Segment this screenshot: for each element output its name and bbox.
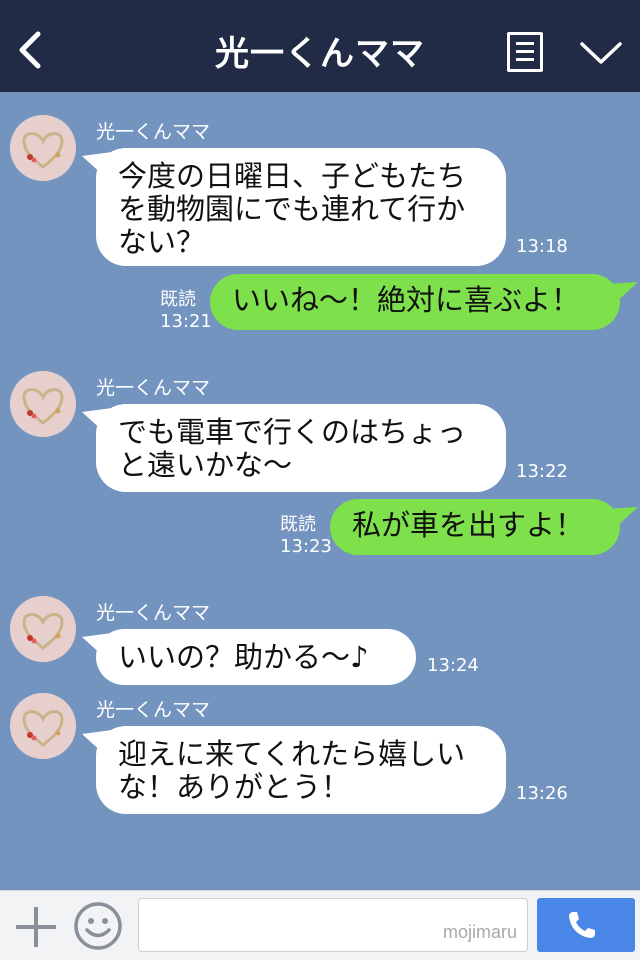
avatar[interactable] bbox=[10, 693, 76, 759]
read-label: 既読 bbox=[160, 289, 196, 310]
outgoing-message-bubble[interactable]: いいね〜！絶対に喜ぶよ！ bbox=[210, 274, 620, 330]
memo-icon bbox=[516, 42, 534, 45]
avatar[interactable] bbox=[10, 115, 76, 181]
smiley-icon bbox=[74, 902, 122, 950]
message-text: いいね〜！絶対に喜ぶよ！ bbox=[232, 283, 581, 317]
incoming-message-bubble[interactable]: でも電車で行くのはちょっと遠いかな〜 bbox=[96, 404, 506, 492]
sender-name: 光一くんママ bbox=[96, 699, 211, 721]
chevron-down-icon bbox=[580, 42, 622, 64]
message-text: 今度の日曜日、子どもたちを動物園にでも連れて行かない？ bbox=[118, 159, 467, 259]
memo-icon-line bbox=[516, 50, 534, 53]
sender-name: 光一くんママ bbox=[96, 377, 211, 399]
expand-button[interactable] bbox=[578, 38, 624, 68]
memo-button[interactable] bbox=[507, 32, 543, 72]
message-text: 迎えに来てくれたら嬉しいな！ありがとう！ bbox=[118, 737, 466, 804]
watermark: mojimaru bbox=[442, 922, 517, 942]
chat-header: 光一くんママ bbox=[0, 0, 640, 92]
message-time: 13:18 bbox=[516, 236, 568, 257]
add-button[interactable] bbox=[14, 905, 58, 949]
heart-avatar-icon bbox=[10, 115, 76, 181]
message-text: でも電車で行くのはちょっと遠いかな〜 bbox=[118, 415, 467, 482]
heart-avatar-icon bbox=[10, 371, 76, 437]
input-bar: mojimaru bbox=[0, 890, 640, 960]
incoming-message-bubble[interactable]: 今度の日曜日、子どもたちを動物園にでも連れて行かない？ bbox=[96, 148, 506, 266]
message-time: 13:23 bbox=[280, 536, 332, 557]
incoming-message-bubble[interactable]: いいの？助かる〜♪ bbox=[96, 629, 416, 685]
message-input[interactable]: mojimaru bbox=[138, 898, 528, 952]
avatar[interactable] bbox=[10, 596, 76, 662]
read-receipt: 既読 13:23 bbox=[280, 514, 332, 558]
bubble-tail bbox=[606, 507, 638, 529]
outgoing-message-bubble[interactable]: 私が車を出すよ！ bbox=[330, 499, 620, 555]
sender-name: 光一くんママ bbox=[96, 121, 211, 143]
message-time: 13:21 bbox=[160, 311, 212, 332]
heart-avatar-icon bbox=[10, 596, 76, 662]
plus-icon bbox=[16, 907, 56, 947]
message-time: 13:24 bbox=[427, 655, 479, 676]
read-receipt: 既読 13:21 bbox=[160, 289, 212, 333]
chat-title: 光一くんママ bbox=[215, 34, 425, 74]
sender-name: 光一くんママ bbox=[96, 602, 211, 624]
bubble-tail bbox=[606, 282, 638, 304]
message-text: いいの？助かる〜♪ bbox=[118, 640, 369, 674]
phone-icon bbox=[569, 912, 595, 938]
avatar[interactable] bbox=[10, 371, 76, 437]
call-button[interactable] bbox=[537, 898, 635, 952]
emoji-button[interactable] bbox=[73, 901, 123, 951]
message-time: 13:26 bbox=[516, 783, 568, 804]
message-text: 私が車を出すよ！ bbox=[352, 508, 585, 542]
heart-avatar-icon bbox=[10, 693, 76, 759]
incoming-message-bubble[interactable]: 迎えに来てくれたら嬉しいな！ありがとう！ bbox=[96, 726, 506, 814]
message-time: 13:22 bbox=[516, 461, 568, 482]
read-label: 既読 bbox=[280, 514, 316, 535]
memo-icon-line bbox=[516, 58, 534, 61]
